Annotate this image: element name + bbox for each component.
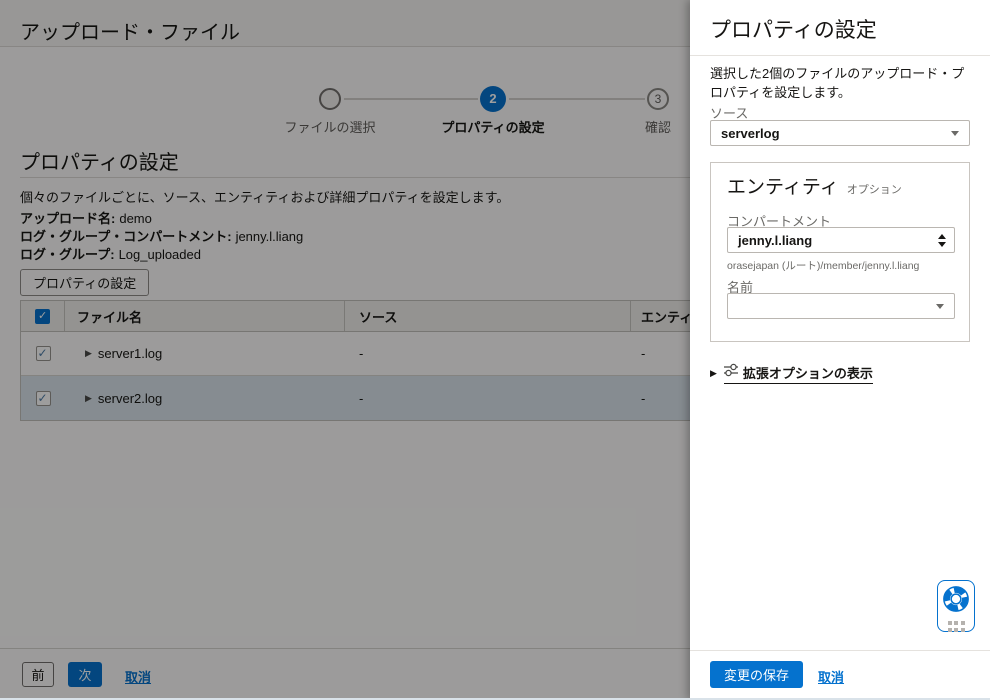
- drag-handle-dots-icon[interactable]: [948, 621, 965, 632]
- sliders-icon: [724, 363, 738, 382]
- panel-title: プロパティの設定: [710, 14, 877, 44]
- show-advanced-options-label: 拡張オプションの表示: [743, 363, 873, 382]
- panel-footer-divider: [690, 650, 990, 651]
- entity-header: エンティティ オプション: [727, 172, 902, 199]
- compartment-select[interactable]: jenny.l.liang: [727, 227, 955, 253]
- entity-optional-badge: オプション: [847, 181, 902, 197]
- expand-advanced-icon: ▶: [710, 368, 717, 379]
- chevron-down-icon: [936, 304, 944, 309]
- compartment-path-hint: orasejapan (ルート)/member/jenny.l.liang: [727, 258, 919, 273]
- show-advanced-options-link[interactable]: ▶ 拡張オプションの表示: [710, 363, 873, 384]
- entity-title: エンティティ: [727, 172, 839, 199]
- entity-name-select[interactable]: [727, 293, 955, 319]
- chevron-down-icon: [951, 131, 959, 136]
- panel-cancel-link[interactable]: 取消: [818, 667, 844, 686]
- lifebuoy-help-icon[interactable]: [942, 585, 970, 618]
- save-changes-button[interactable]: 変更の保存: [710, 661, 803, 688]
- help-floating-widget[interactable]: [937, 580, 975, 632]
- compartment-select-value: jenny.l.liang: [738, 233, 812, 248]
- spinner-icon: [938, 234, 946, 247]
- entity-group-box: エンティティ オプション コンパートメント jenny.l.liang oras…: [710, 162, 970, 342]
- panel-description: 選択した2個のファイルのアップロード・プロパティを設定します。: [710, 64, 970, 102]
- source-select-value: serverlog: [721, 126, 780, 141]
- panel-divider: [690, 55, 990, 56]
- source-select[interactable]: serverlog: [710, 120, 970, 146]
- properties-panel: プロパティの設定 選択した2個のファイルのアップロード・プロパティを設定します。…: [690, 0, 990, 700]
- modal-dim-overlay: [0, 0, 690, 700]
